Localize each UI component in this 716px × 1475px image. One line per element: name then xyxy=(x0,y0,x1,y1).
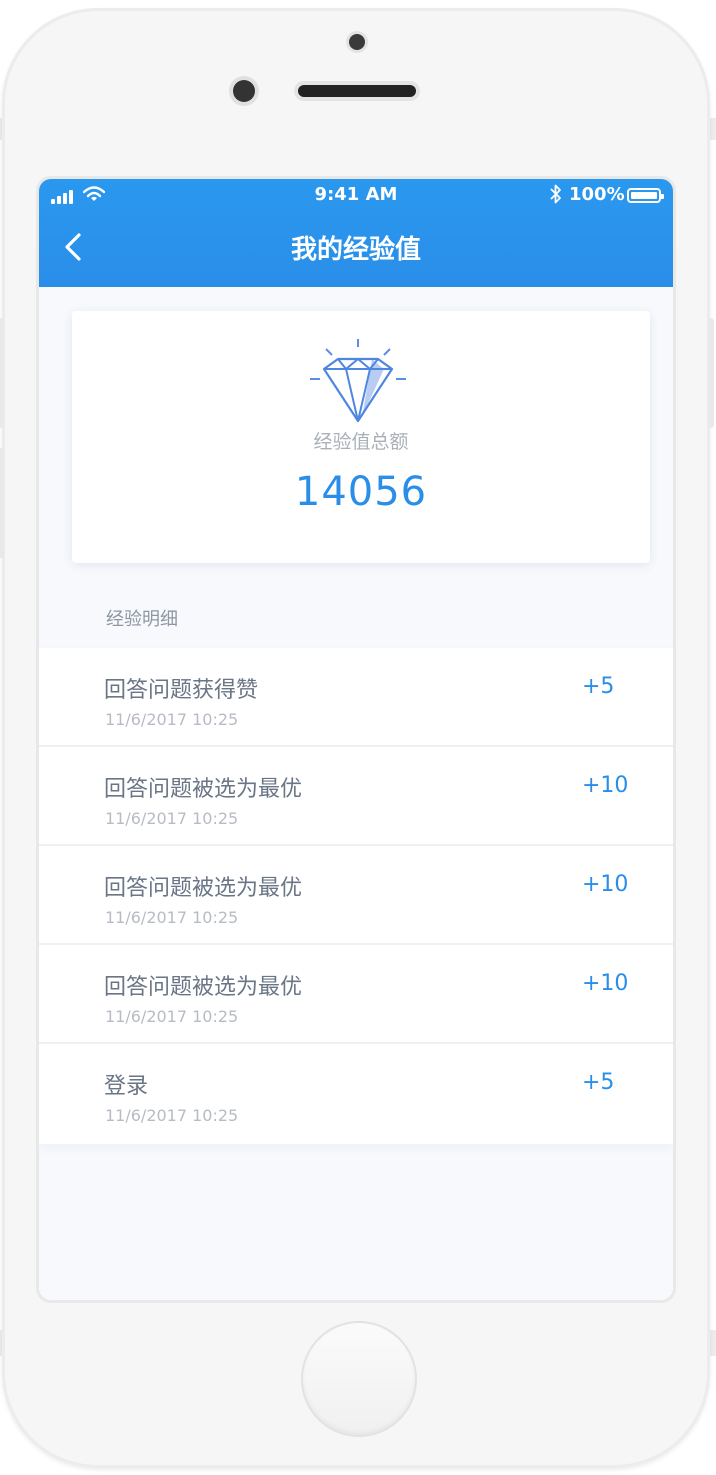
entry-title: 回答问题获得赞 xyxy=(104,678,259,703)
volume-button xyxy=(0,448,4,558)
volume-button xyxy=(0,318,4,428)
entry-title: 回答问题被选为最优 xyxy=(104,777,303,802)
power-button xyxy=(708,318,714,428)
entry-points: +10 xyxy=(582,971,629,996)
experience-list: 回答问题获得赞 11/6/2017 10:25 +5 回答问题被选为最优 11/… xyxy=(39,648,673,1144)
entry-points: +10 xyxy=(582,773,629,798)
list-item[interactable]: 回答问题获得赞 11/6/2017 10:25 +5 xyxy=(39,648,673,747)
total-experience-value: 14056 xyxy=(294,469,428,515)
entry-points: +5 xyxy=(582,1070,615,1095)
entry-timestamp: 11/6/2017 10:25 xyxy=(105,710,239,729)
entry-points: +10 xyxy=(582,872,629,897)
bluetooth-icon xyxy=(550,184,561,204)
list-item[interactable]: 登录 11/6/2017 10:25 +5 xyxy=(39,1044,673,1144)
experience-summary-card: 经验值总额 14056 xyxy=(72,311,650,563)
page-title: 我的经验值 xyxy=(290,235,421,265)
entry-title: 登录 xyxy=(104,1074,149,1099)
earpiece-speaker xyxy=(298,85,416,97)
entry-title: 回答问题被选为最优 xyxy=(104,876,303,901)
home-button[interactable] xyxy=(303,1323,415,1435)
entry-timestamp: 11/6/2017 10:25 xyxy=(105,1106,239,1125)
front-camera xyxy=(233,80,255,102)
status-bar: 9:41 AM 100% xyxy=(39,179,673,213)
list-item[interactable]: 回答问题被选为最优 11/6/2017 10:25 +10 xyxy=(39,747,673,846)
battery-icon xyxy=(627,188,664,203)
entry-timestamp: 11/6/2017 10:25 xyxy=(105,809,239,828)
total-experience-label: 经验值总额 xyxy=(313,431,409,453)
proximity-sensor xyxy=(349,34,365,50)
diamond-icon xyxy=(310,339,406,423)
entry-timestamp: 11/6/2017 10:25 xyxy=(105,908,239,927)
entry-points: +5 xyxy=(582,674,615,699)
app-screen: 9:41 AM 100% 我的经验值 经验值总额 14056 经验明细 回答问题… xyxy=(39,179,673,1300)
content-area: 经验值总额 14056 经验明细 回答问题获得赞 11/6/2017 10:25… xyxy=(39,287,673,1300)
list-item[interactable]: 回答问题被选为最优 11/6/2017 10:25 +10 xyxy=(39,846,673,945)
entry-title: 回答问题被选为最优 xyxy=(104,975,303,1000)
list-item[interactable]: 回答问题被选为最优 11/6/2017 10:25 +10 xyxy=(39,945,673,1044)
section-title: 经验明细 xyxy=(106,609,178,630)
entry-timestamp: 11/6/2017 10:25 xyxy=(105,1007,239,1026)
battery-percentage: 100% xyxy=(569,184,625,205)
navigation-header: 9:41 AM 100% 我的经验值 xyxy=(39,179,673,287)
